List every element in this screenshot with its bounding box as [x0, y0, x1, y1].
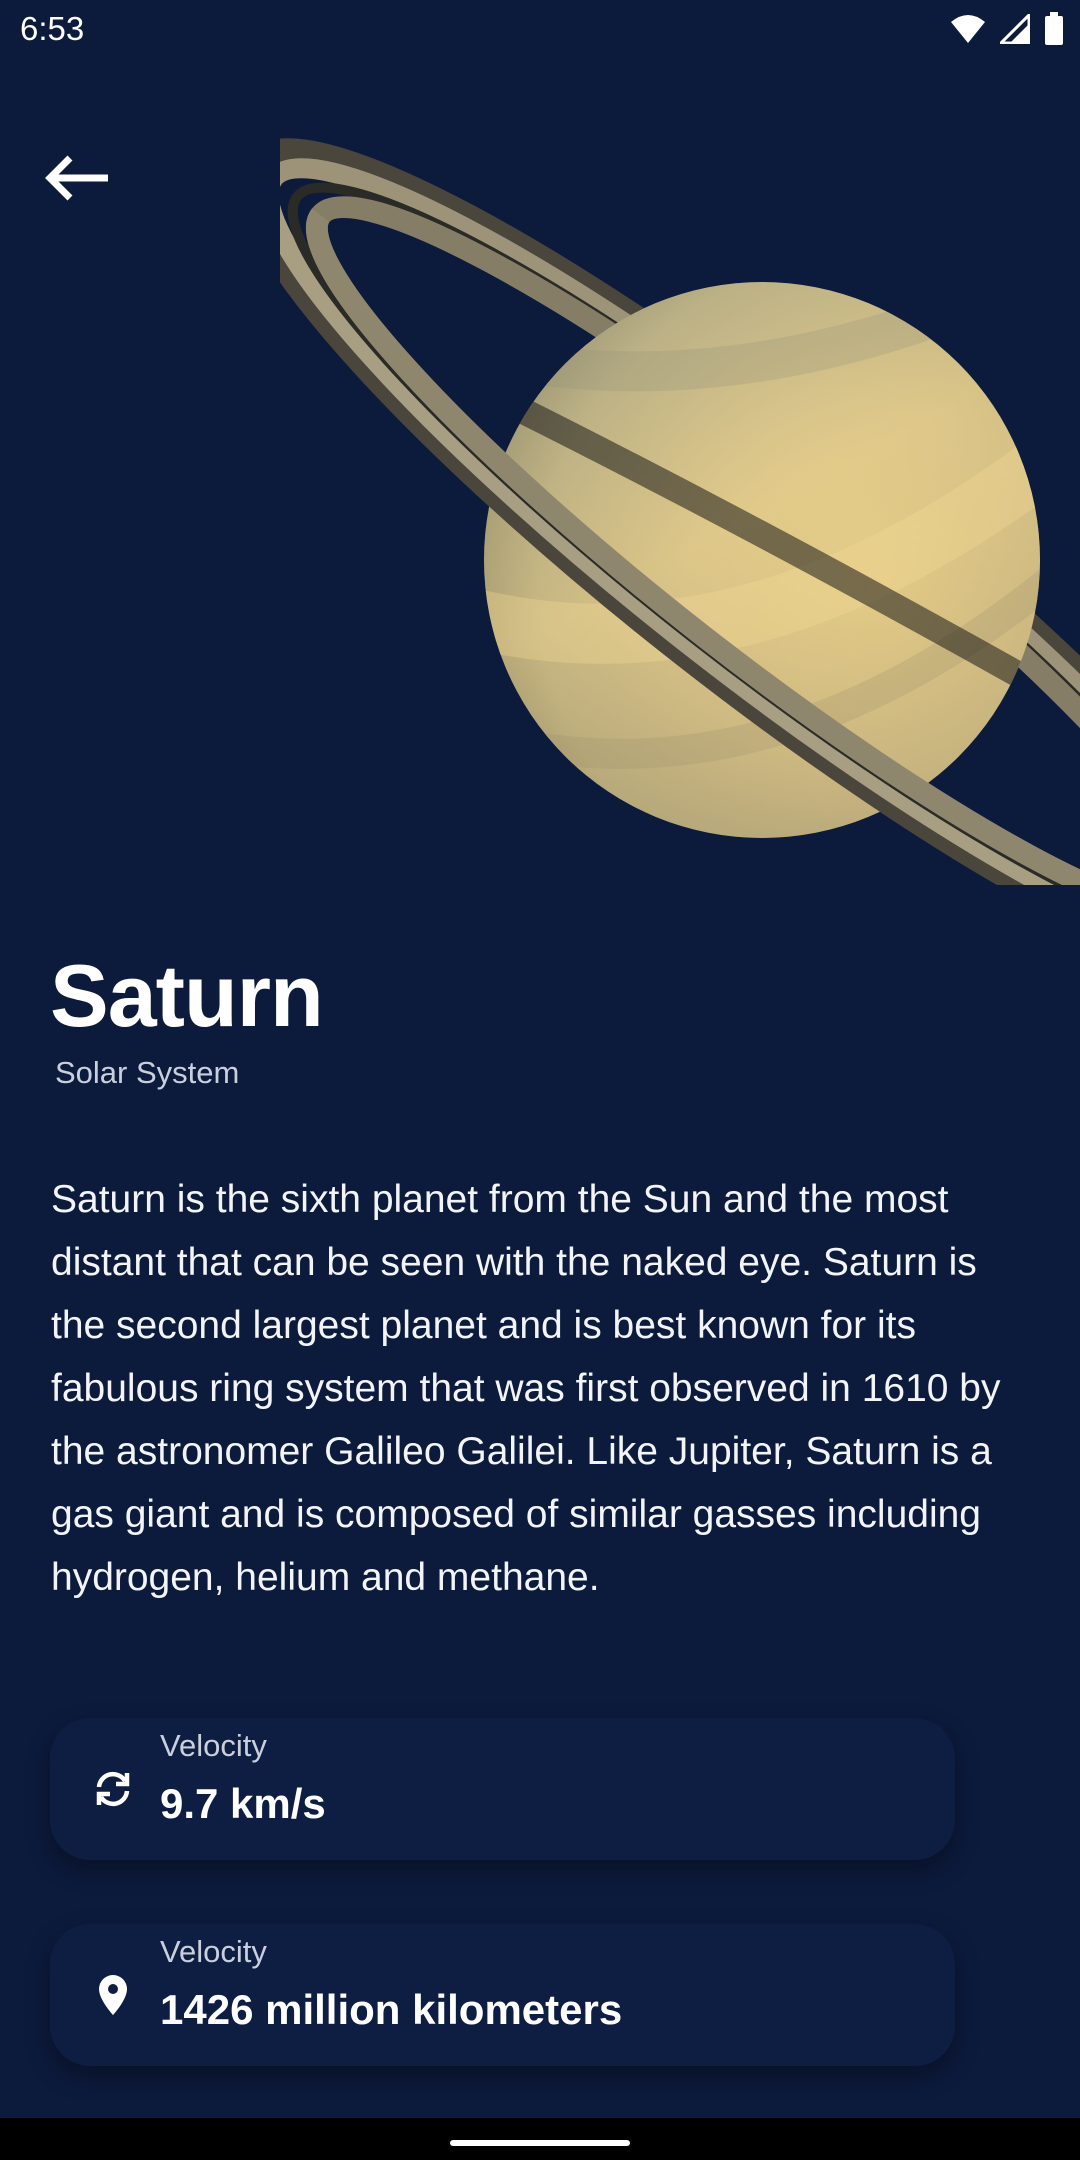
- stat-label: Velocity: [160, 1934, 267, 1969]
- stat-value: 1426 million kilometers: [160, 1986, 623, 2033]
- rotate-icon: [88, 1764, 138, 1814]
- home-indicator[interactable]: [450, 2140, 630, 2146]
- planet-category: Solar System: [55, 1055, 240, 1090]
- navigation-bar: [0, 2118, 1080, 2160]
- planet-detail-screen: 6:53 Saturn Solar System Saturn is the s…: [0, 0, 1080, 2160]
- distance-card: Velocity 1426 million kilometers: [50, 1924, 955, 2066]
- stat-value: 9.7 km/s: [160, 1780, 326, 1827]
- status-bar: 6:53: [0, 0, 1080, 62]
- planet-description: Saturn is the sixth planet from the Sun …: [51, 1178, 1001, 1599]
- arrow-back-icon: [42, 153, 112, 208]
- location-pin-icon: [88, 1970, 138, 2020]
- signal-icon: [997, 11, 1031, 49]
- back-button[interactable]: [42, 140, 142, 220]
- velocity-card: Velocity 9.7 km/s: [50, 1718, 955, 1860]
- status-time: 6:53: [20, 10, 85, 47]
- planet-name: Saturn: [50, 946, 324, 1045]
- status-icons: [950, 11, 1064, 51]
- stat-label: Velocity: [160, 1728, 267, 1763]
- saturn-image: [235, 55, 1080, 982]
- wifi-icon: [950, 14, 986, 49]
- battery-icon: [1044, 12, 1064, 51]
